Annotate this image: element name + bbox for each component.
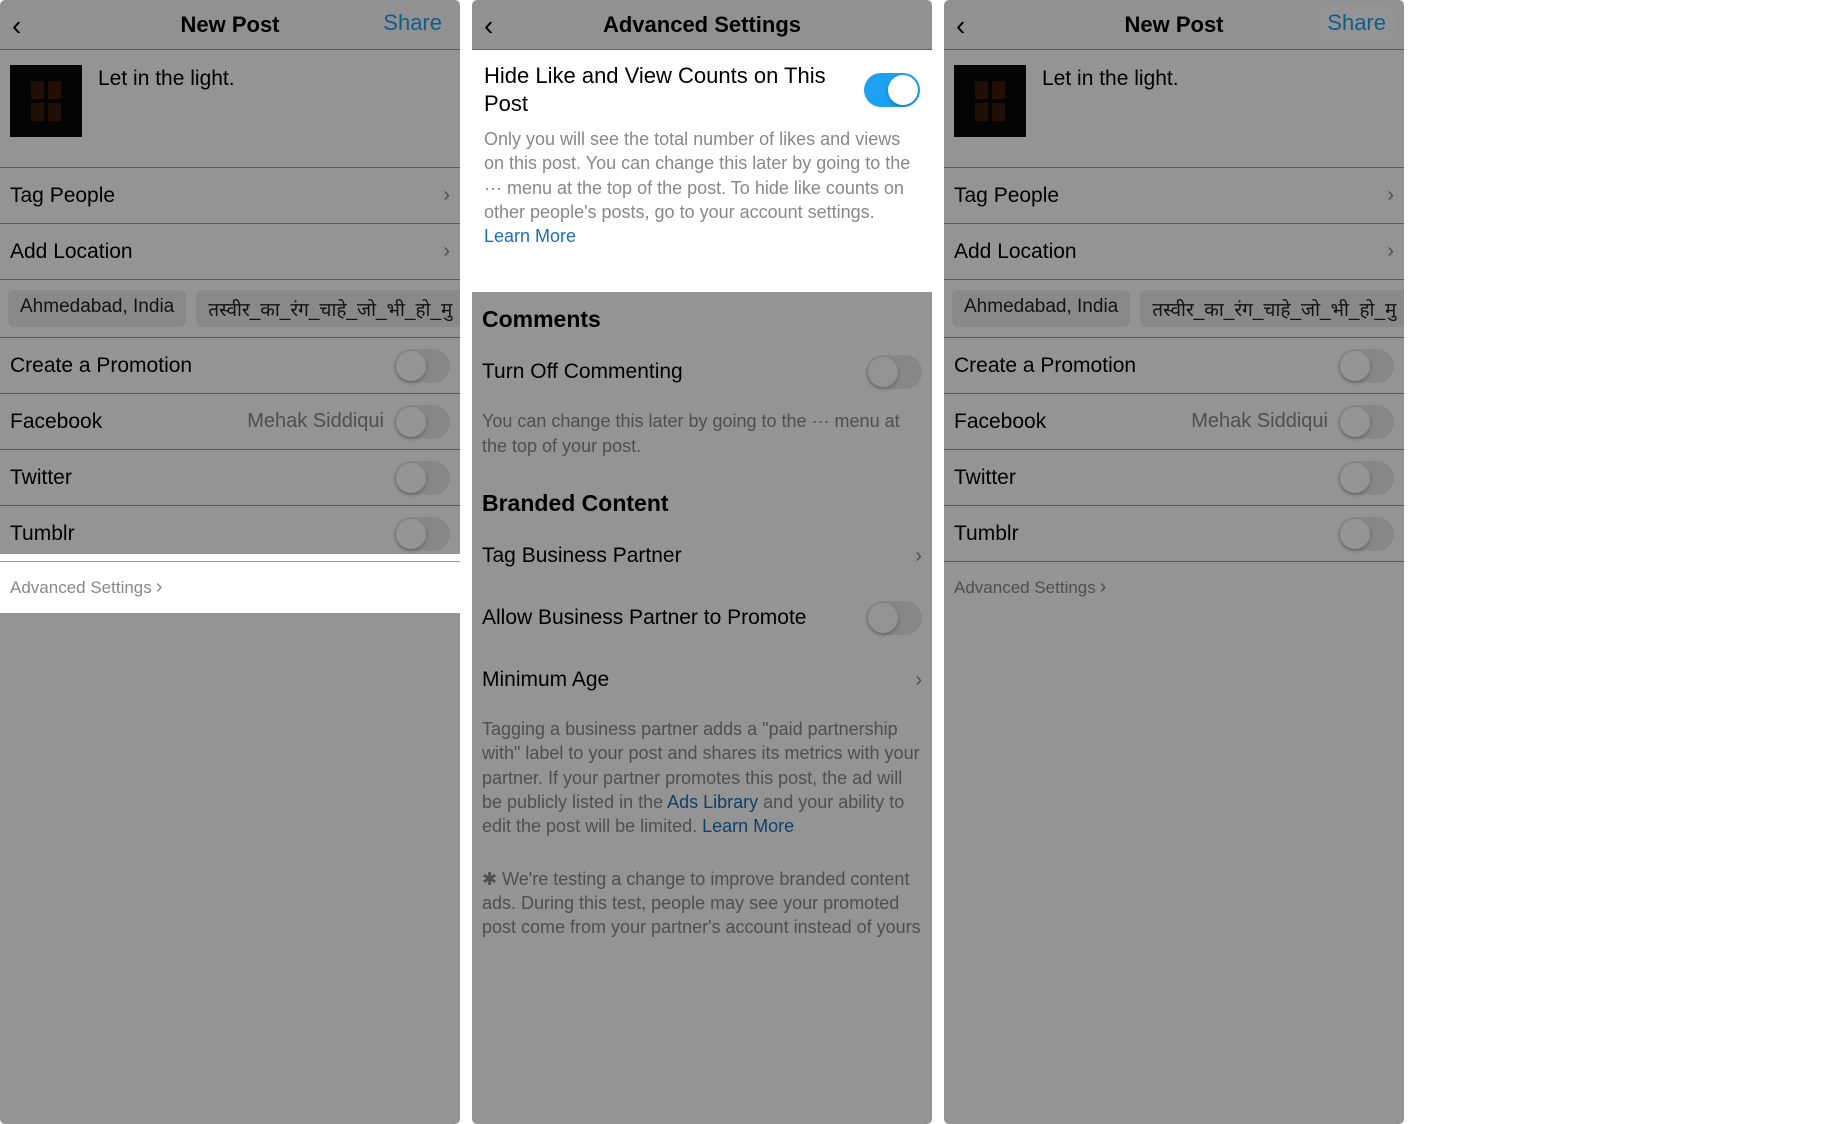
- tag-partner-row[interactable]: Tag Business Partner ›: [472, 525, 932, 587]
- minimum-age-row[interactable]: Minimum Age ›: [472, 649, 932, 711]
- advanced-settings-body: Comments Turn Off Commenting You can cha…: [472, 292, 932, 939]
- facebook-toggle[interactable]: [394, 405, 450, 439]
- tumblr-row[interactable]: Tumblr: [944, 506, 1404, 562]
- twitter-toggle[interactable]: [1338, 461, 1394, 495]
- post-thumbnail[interactable]: [10, 65, 82, 137]
- allow-promote-label: Allow Business Partner to Promote: [482, 606, 866, 630]
- header: ‹ Advanced Settings: [472, 0, 932, 50]
- pane-advanced-settings: ‹ Advanced Settings Hide Like and View C…: [472, 0, 932, 1124]
- share-button[interactable]: Share: [1319, 6, 1394, 40]
- chevron-right-icon: ›: [1387, 240, 1394, 263]
- branded-desc: Tagging a business partner adds a "paid …: [472, 711, 932, 856]
- hide-counts-title: Hide Like and View Counts on This Post: [484, 62, 852, 117]
- hide-counts-setting: Hide Like and View Counts on This Post O…: [472, 50, 932, 262]
- back-chevron-icon[interactable]: ‹: [956, 10, 965, 42]
- learn-more-link[interactable]: Learn More: [702, 816, 794, 836]
- advanced-settings-label: Advanced Settings: [954, 578, 1096, 598]
- facebook-label: Facebook: [10, 410, 247, 434]
- tag-people-row[interactable]: Tag People ›: [944, 168, 1404, 224]
- location-chips: Ahmedabad, India तस्वीर_का_रंग_चाहे_जो_भ…: [0, 280, 460, 338]
- tumblr-row[interactable]: Tumblr: [0, 506, 460, 562]
- advanced-settings-link[interactable]: Advanced Settings ›: [944, 562, 1404, 613]
- page-title: New Post: [180, 12, 279, 38]
- turn-off-commenting-row[interactable]: Turn Off Commenting: [472, 341, 932, 403]
- allow-promote-row[interactable]: Allow Business Partner to Promote: [472, 587, 932, 649]
- create-promotion-toggle[interactable]: [394, 349, 450, 383]
- twitter-row[interactable]: Twitter: [0, 450, 460, 506]
- page-title: New Post: [1124, 12, 1223, 38]
- tag-people-row[interactable]: Tag People ›: [0, 168, 460, 224]
- chevron-right-icon: ›: [1100, 576, 1107, 599]
- advanced-settings-label: Advanced Settings: [10, 578, 152, 598]
- facebook-account: Mehak Siddiqui: [1191, 410, 1328, 433]
- facebook-row[interactable]: Facebook Mehak Siddiqui: [944, 394, 1404, 450]
- pane-new-post-2: ‹ New Post Share Let in the light. Tag P…: [944, 0, 1404, 1124]
- ads-library-link[interactable]: Ads Library: [667, 792, 758, 812]
- location-chip[interactable]: Ahmedabad, India: [952, 290, 1130, 327]
- hide-counts-desc-text: Only you will see the total number of li…: [484, 129, 910, 222]
- caption-row: Let in the light.: [944, 50, 1404, 168]
- tumblr-label: Tumblr: [954, 522, 1338, 546]
- turn-off-commenting-toggle[interactable]: [866, 355, 922, 389]
- twitter-label: Twitter: [10, 466, 394, 490]
- caption-text[interactable]: Let in the light.: [98, 65, 235, 91]
- location-chip[interactable]: तस्वीर_का_रंग_चाहे_जो_भी_हो_मु: [1140, 290, 1404, 327]
- chevron-right-icon: ›: [443, 240, 450, 263]
- location-chip[interactable]: Ahmedabad, India: [8, 290, 186, 327]
- caption-row: Let in the light.: [0, 50, 460, 168]
- allow-promote-toggle[interactable]: [866, 601, 922, 635]
- advanced-settings-link[interactable]: Advanced Settings ›: [0, 562, 460, 613]
- caption-text[interactable]: Let in the light.: [1042, 65, 1179, 91]
- tag-people-label: Tag People: [954, 184, 1387, 208]
- twitter-row[interactable]: Twitter: [944, 450, 1404, 506]
- tag-people-label: Tag People: [10, 184, 443, 208]
- comments-desc: You can change this later by going to th…: [472, 403, 932, 476]
- create-promotion-label: Create a Promotion: [10, 354, 394, 378]
- twitter-label: Twitter: [954, 466, 1338, 490]
- create-promotion-row[interactable]: Create a Promotion: [944, 338, 1404, 394]
- add-location-label: Add Location: [954, 240, 1387, 264]
- pane-new-post-1: ‹ New Post Share Let in the light. Tag P…: [0, 0, 460, 1124]
- chevron-right-icon: ›: [443, 184, 450, 207]
- turn-off-commenting-label: Turn Off Commenting: [482, 360, 866, 384]
- facebook-row[interactable]: Facebook Mehak Siddiqui: [0, 394, 460, 450]
- chevron-right-icon: ›: [156, 576, 163, 599]
- add-location-row[interactable]: Add Location ›: [0, 224, 460, 280]
- create-promotion-row[interactable]: Create a Promotion: [0, 338, 460, 394]
- hide-counts-toggle[interactable]: [864, 73, 920, 107]
- header: ‹ New Post Share: [0, 0, 460, 50]
- add-location-label: Add Location: [10, 240, 443, 264]
- minimum-age-label: Minimum Age: [482, 668, 915, 692]
- back-chevron-icon[interactable]: ‹: [484, 10, 493, 42]
- tumblr-toggle[interactable]: [1338, 517, 1394, 551]
- facebook-toggle[interactable]: [1338, 405, 1394, 439]
- location-chip[interactable]: तस्वीर_का_रंग_चाहे_जो_भी_हो_मु: [196, 290, 460, 327]
- learn-more-link[interactable]: Learn More: [484, 226, 576, 246]
- branded-test-note: ✱ We're testing a change to improve bran…: [472, 857, 932, 940]
- facebook-label: Facebook: [954, 410, 1191, 434]
- hide-counts-desc: Only you will see the total number of li…: [484, 127, 920, 248]
- branded-content-header: Branded Content: [472, 476, 932, 525]
- chevron-right-icon: ›: [1387, 184, 1394, 207]
- back-chevron-icon[interactable]: ‹: [12, 10, 21, 42]
- tag-partner-label: Tag Business Partner: [482, 544, 915, 568]
- facebook-account: Mehak Siddiqui: [247, 410, 384, 433]
- comments-section-header: Comments: [472, 292, 932, 341]
- create-promotion-toggle[interactable]: [1338, 349, 1394, 383]
- chevron-right-icon: ›: [915, 669, 922, 692]
- twitter-toggle[interactable]: [394, 461, 450, 495]
- tumblr-label: Tumblr: [10, 522, 394, 546]
- post-thumbnail[interactable]: [954, 65, 1026, 137]
- create-promotion-label: Create a Promotion: [954, 354, 1338, 378]
- add-location-row[interactable]: Add Location ›: [944, 224, 1404, 280]
- tumblr-toggle[interactable]: [394, 517, 450, 551]
- share-button[interactable]: Share: [375, 6, 450, 40]
- header: ‹ New Post Share: [944, 0, 1404, 50]
- page-title: Advanced Settings: [603, 12, 801, 38]
- chevron-right-icon: ›: [915, 545, 922, 568]
- location-chips: Ahmedabad, India तस्वीर_का_रंग_चाहे_जो_भ…: [944, 280, 1404, 338]
